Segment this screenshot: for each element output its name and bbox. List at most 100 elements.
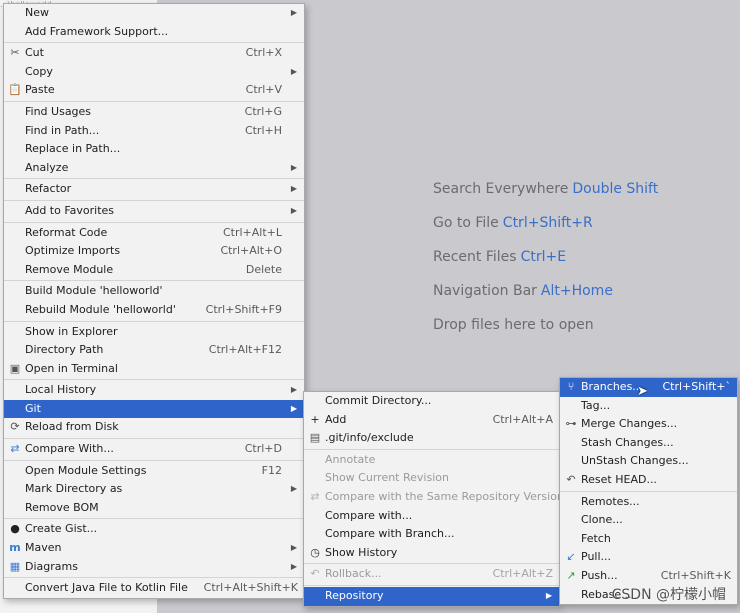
menu-item-refactor[interactable]: Refactor ▶ bbox=[4, 180, 304, 199]
menu-item-fetch[interactable]: Fetch bbox=[560, 530, 737, 549]
submenu-arrow-icon: ▶ bbox=[290, 385, 297, 395]
submenu-arrow-icon: ▶ bbox=[290, 184, 297, 194]
merge-icon: ⊶ bbox=[565, 417, 577, 431]
menu-item-copy[interactable]: Copy ▶ bbox=[4, 63, 304, 82]
menu-item-clone[interactable]: Clone... bbox=[560, 511, 737, 530]
menu-item-branches[interactable]: ⑂ Branches... Ctrl+Shift+` bbox=[560, 378, 737, 397]
menu-item-stash-changes[interactable]: Stash Changes... bbox=[560, 434, 737, 453]
menu-item-add-framework[interactable]: Add Framework Support... bbox=[4, 23, 304, 42]
scissors-icon: ✂ bbox=[10, 46, 20, 60]
menu-item-analyze[interactable]: Analyze ▶ bbox=[4, 159, 304, 178]
terminal-icon: ▣ bbox=[9, 361, 21, 375]
compare-arrows-icon: ⇄ bbox=[10, 442, 20, 456]
menu-item-mark-directory[interactable]: Mark Directory as ▶ bbox=[4, 480, 304, 499]
menu-item-tag[interactable]: Tag... bbox=[560, 397, 737, 416]
menu-item-repository[interactable]: Repository ▶ bbox=[304, 586, 559, 606]
menu-item-module-settings[interactable]: Open Module Settings F12 bbox=[4, 462, 304, 481]
menu-item-rollback[interactable]: ↶ Rollback... Ctrl+Alt+Z bbox=[304, 565, 559, 584]
menu-item-reformat-code[interactable]: Reformat Code Ctrl+Alt+L bbox=[4, 224, 304, 243]
menu-item-commit-directory[interactable]: Commit Directory... bbox=[304, 392, 559, 411]
hint-navigation-bar: Navigation Bar Alt+Home bbox=[433, 283, 613, 299]
menu-item-unstash-changes[interactable]: UnStash Changes... bbox=[560, 452, 737, 471]
clipboard-icon: 📋 bbox=[8, 83, 22, 97]
git-submenu: Commit Directory... + Add Ctrl+Alt+A ▤ .git… bbox=[303, 391, 564, 607]
menu-separator bbox=[4, 178, 304, 180]
menu-item-add[interactable]: + Add Ctrl+Alt+A bbox=[304, 411, 559, 430]
menu-item-show-explorer[interactable]: Show in Explorer bbox=[4, 323, 304, 342]
plus-icon: + bbox=[310, 412, 320, 426]
menu-item-diagrams[interactable]: ▦ Diagrams ▶ bbox=[4, 558, 304, 577]
menu-item-cut[interactable]: ✂ Cut Ctrl+X bbox=[4, 44, 304, 63]
menu-separator bbox=[4, 100, 304, 102]
submenu-arrow-icon: ▶ bbox=[290, 543, 297, 553]
menu-item-remotes[interactable]: Remotes... bbox=[560, 493, 737, 512]
menu-item-find-usages[interactable]: Find Usages Ctrl+G bbox=[4, 103, 304, 122]
menu-separator bbox=[4, 280, 304, 282]
clock-icon: ◷ bbox=[310, 545, 320, 559]
menu-item-find-in-path[interactable]: Find in Path... Ctrl+H bbox=[4, 122, 304, 141]
editor-hints: Search Everywhere Double Shift Go to File… bbox=[433, 180, 658, 350]
menu-item-git-exclude[interactable]: ▤ .git/info/exclude bbox=[304, 429, 559, 448]
menu-separator bbox=[304, 448, 559, 450]
project-context-menu: New ▶ Add Framework Support... ✂ Cut Ctrl+X… bbox=[3, 3, 305, 599]
menu-item-compare-with[interactable]: Compare with... bbox=[304, 507, 559, 526]
file-icon: ▤ bbox=[309, 431, 321, 445]
pull-arrow-icon: ↙ bbox=[566, 550, 576, 564]
menu-item-push[interactable]: ↗ Push... Ctrl+Shift+K bbox=[560, 567, 737, 586]
compare-arrows-icon: ⇄ bbox=[310, 489, 320, 503]
menu-item-create-gist[interactable]: ● Create Gist... bbox=[4, 520, 304, 539]
submenu-arrow-icon: ▶ bbox=[290, 8, 297, 17]
diagram-icon: ▦ bbox=[9, 559, 21, 573]
rollback-icon: ↶ bbox=[310, 567, 320, 581]
menu-item-new[interactable]: New ▶ bbox=[4, 4, 304, 23]
menu-item-directory-path[interactable]: Directory Path Ctrl+Alt+F12 bbox=[4, 341, 304, 360]
hint-search-everywhere: Search Everywhere Double Shift bbox=[433, 181, 659, 197]
menu-separator bbox=[4, 577, 304, 579]
hint-recent-files: Recent Files Ctrl+E bbox=[433, 249, 567, 265]
menu-separator bbox=[4, 199, 304, 201]
menu-item-compare-same-version[interactable]: ⇄ Compare with the Same Repository Versio… bbox=[304, 488, 564, 507]
submenu-arrow-icon: ▶ bbox=[290, 162, 297, 172]
menu-item-merge-changes[interactable]: ⊶ Merge Changes... bbox=[560, 415, 737, 434]
menu-item-show-history[interactable]: ◷ Show History bbox=[304, 544, 559, 563]
menu-item-reset-head[interactable]: ↶ Reset HEAD... bbox=[560, 471, 737, 490]
menu-item-compare-with[interactable]: ⇄ Compare With... Ctrl+D bbox=[4, 440, 304, 459]
menu-separator bbox=[304, 584, 559, 586]
menu-item-add-favorites[interactable]: Add to Favorites ▶ bbox=[4, 202, 304, 221]
menu-item-paste[interactable]: 📋 Paste Ctrl+V bbox=[4, 81, 304, 100]
submenu-arrow-icon: ▶ bbox=[290, 66, 297, 76]
menu-separator bbox=[304, 563, 559, 565]
menu-item-maven[interactable]: m Maven ▶ bbox=[4, 539, 304, 558]
hint-drop-files: Drop files here to open bbox=[433, 317, 594, 333]
reset-icon: ↶ bbox=[566, 472, 576, 486]
menu-separator bbox=[4, 518, 304, 520]
submenu-arrow-icon: ▶ bbox=[545, 590, 552, 600]
hint-go-to-file: Go to File Ctrl+Shift+R bbox=[433, 215, 593, 231]
refresh-icon: ⟳ bbox=[10, 420, 20, 434]
github-icon: ● bbox=[10, 522, 20, 536]
menu-item-show-current-revision[interactable]: Show Current Revision bbox=[304, 469, 559, 488]
menu-item-remove-module[interactable]: Remove Module Delete bbox=[4, 261, 304, 280]
menu-separator bbox=[4, 438, 304, 440]
menu-item-convert-kotlin[interactable]: Convert Java File to Kotlin File Ctrl+Alt… bbox=[4, 579, 304, 598]
push-arrow-icon: ↗ bbox=[566, 568, 576, 582]
menu-item-reload-disk[interactable]: ⟳ Reload from Disk bbox=[4, 418, 304, 437]
submenu-arrow-icon: ▶ bbox=[290, 484, 297, 494]
menu-item-replace-in-path[interactable]: Replace in Path... bbox=[4, 140, 304, 159]
submenu-arrow-icon: ▶ bbox=[290, 205, 297, 215]
menu-separator bbox=[4, 42, 304, 44]
branch-icon: ⑂ bbox=[567, 380, 575, 393]
menu-item-annotate[interactable]: Annotate bbox=[304, 451, 559, 470]
menu-item-build-module[interactable]: Build Module 'helloworld' bbox=[4, 282, 304, 301]
menu-separator bbox=[4, 379, 304, 381]
menu-item-remove-bom[interactable]: Remove BOM bbox=[4, 499, 304, 518]
menu-item-rebuild-module[interactable]: Rebuild Module 'helloworld' Ctrl+Shift+F9 bbox=[4, 301, 304, 320]
menu-item-pull[interactable]: ↙ Pull... bbox=[560, 548, 737, 567]
menu-item-open-terminal[interactable]: ▣ Open in Terminal bbox=[4, 360, 304, 379]
menu-item-optimize-imports[interactable]: Optimize Imports Ctrl+Alt+O bbox=[4, 242, 304, 261]
menu-item-local-history[interactable]: Local History ▶ bbox=[4, 381, 304, 400]
menu-item-git[interactable]: Git ▶ bbox=[4, 399, 304, 419]
menu-item-compare-branch[interactable]: Compare with Branch... bbox=[304, 525, 559, 544]
menu-separator bbox=[4, 221, 304, 223]
menu-separator bbox=[4, 320, 304, 322]
